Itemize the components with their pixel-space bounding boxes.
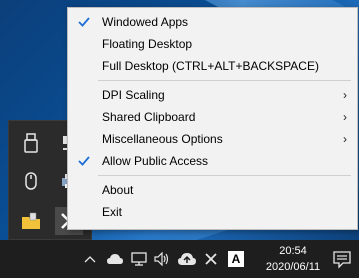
menu-item-windowed-apps[interactable]: Windowed Apps xyxy=(68,11,357,33)
menu-item-label: Allow Public Access xyxy=(102,154,209,168)
menu-item-about[interactable]: About xyxy=(68,179,357,201)
menu-item-full-desktop[interactable]: Full Desktop (CTRL+ALT+BACKSPACE) xyxy=(68,55,357,77)
checkmark-icon xyxy=(76,150,92,172)
folder-app-icon[interactable] xyxy=(17,207,45,235)
clock-time: 20:54 xyxy=(279,245,307,257)
cloud-upload-icon[interactable] xyxy=(176,249,198,269)
menu-item-miscellaneous-options[interactable]: Miscellaneous Options › xyxy=(68,128,357,150)
menu-item-shared-clipboard[interactable]: Shared Clipboard › xyxy=(68,106,357,128)
menu-item-label: Floating Desktop xyxy=(102,37,193,51)
menu-item-exit[interactable]: Exit xyxy=(68,201,357,223)
ime-letter: A xyxy=(228,251,244,267)
clock-date: 2020/06/11 xyxy=(265,261,321,273)
menu-item-label: About xyxy=(102,183,134,197)
volume-icon[interactable] xyxy=(153,249,173,269)
menu-item-label: DPI Scaling xyxy=(102,88,165,102)
menu-item-floating-desktop[interactable]: Floating Desktop xyxy=(68,33,357,55)
submenu-arrow-icon: › xyxy=(343,110,347,124)
onedrive-cloud-icon[interactable] xyxy=(105,249,125,269)
menu-separator xyxy=(98,175,351,176)
xming-tray-icon[interactable] xyxy=(202,249,220,269)
taskbar: A 20:54 2020/06/11 xyxy=(0,240,359,278)
menu-item-label: Exit xyxy=(102,205,123,219)
tray-context-menu: Windowed Apps Floating Desktop Full Desk… xyxy=(67,7,358,230)
menu-separator xyxy=(98,80,351,81)
action-center-icon[interactable] xyxy=(332,249,352,269)
usb-drive-icon[interactable] xyxy=(17,129,45,157)
checkmark-icon xyxy=(76,11,92,33)
show-hidden-icons-chevron-icon[interactable] xyxy=(82,249,98,269)
menu-item-label: Miscellaneous Options xyxy=(102,132,223,146)
menu-item-allow-public-access[interactable]: Allow Public Access xyxy=(68,150,357,172)
network-icon[interactable] xyxy=(129,249,149,269)
submenu-arrow-icon: › xyxy=(343,132,347,146)
mouse-icon[interactable] xyxy=(17,167,45,195)
submenu-arrow-icon: › xyxy=(343,88,347,102)
ime-indicator-icon[interactable]: A xyxy=(226,249,246,269)
menu-item-label: Windowed Apps xyxy=(102,15,189,29)
menu-item-label: Full Desktop (CTRL+ALT+BACKSPACE) xyxy=(102,59,319,73)
clock[interactable]: 20:54 2020/06/11 xyxy=(262,243,324,275)
menu-item-label: Shared Clipboard xyxy=(102,110,196,124)
menu-item-dpi-scaling[interactable]: DPI Scaling › xyxy=(68,84,357,106)
